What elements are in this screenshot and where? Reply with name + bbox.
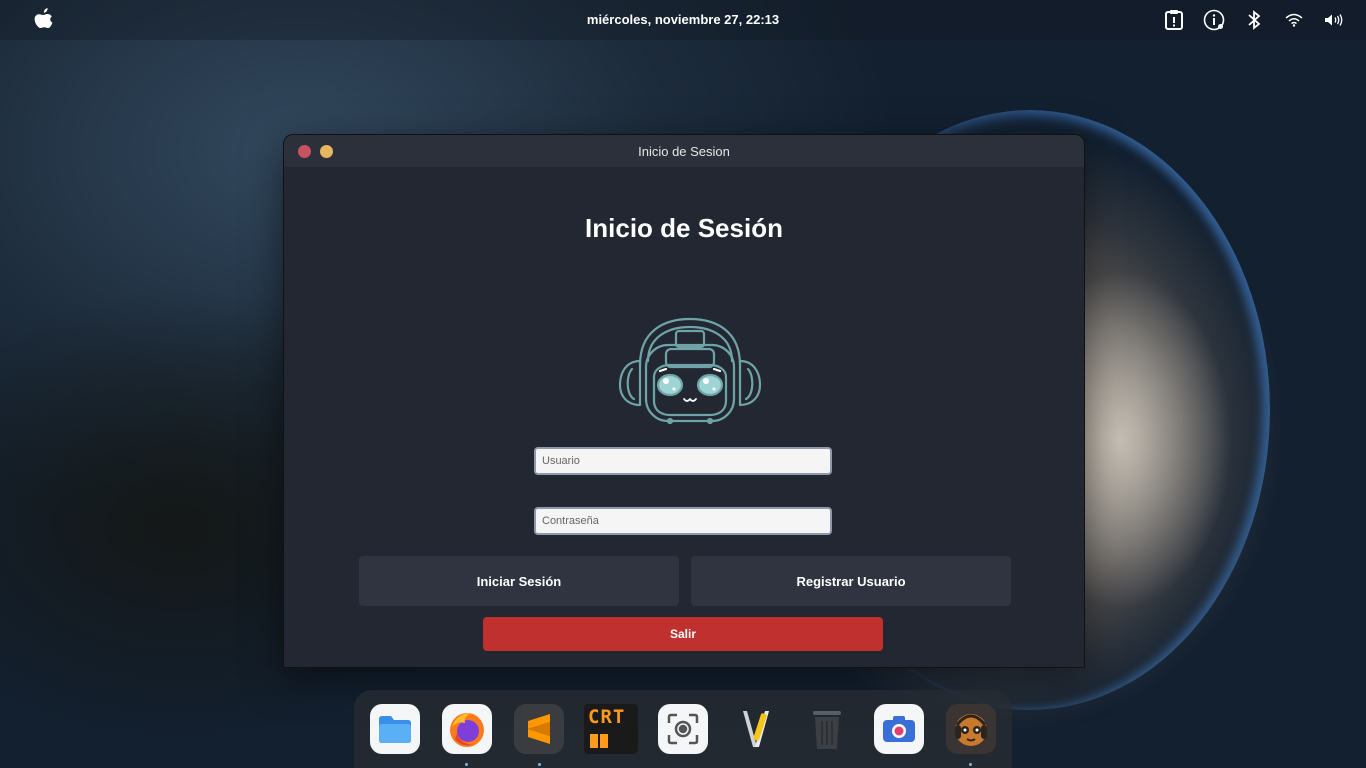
files-icon[interactable] [370, 704, 420, 754]
wifi-icon[interactable] [1282, 8, 1306, 32]
volume-icon[interactable] [1322, 8, 1346, 32]
system-tray [1162, 8, 1346, 32]
password-field[interactable] [534, 507, 832, 535]
username-field[interactable] [534, 447, 832, 475]
bluetooth-icon[interactable] [1242, 8, 1266, 32]
clipboard-icon[interactable] [1162, 8, 1186, 32]
running-indicator [465, 763, 468, 766]
running-indicator [538, 763, 541, 766]
exit-button[interactable]: Salir [483, 617, 883, 651]
window-titlebar[interactable]: Inicio de Sesion [284, 135, 1084, 167]
robot-app-icon[interactable] [946, 704, 996, 754]
dock: CRT [354, 690, 1012, 768]
login-window: Inicio de Sesion Inicio de Sesión Usuari… [283, 134, 1085, 668]
camera-icon[interactable] [874, 704, 924, 754]
login-button[interactable]: Iniciar Sesión [359, 556, 679, 606]
register-user-button[interactable]: Registrar Usuario [691, 556, 1011, 606]
trash-icon[interactable] [802, 704, 852, 754]
sublime-text-icon[interactable] [514, 704, 564, 754]
top-bar: miércoles, noviembre 27, 22:13 [0, 0, 1366, 40]
firefox-icon[interactable] [442, 704, 492, 754]
page-title: Inicio de Sesión [585, 213, 783, 243]
window-title: Inicio de Sesion [638, 144, 730, 159]
running-indicator [969, 763, 972, 766]
crt-label: CRT [588, 706, 626, 728]
info-icon[interactable] [1202, 8, 1226, 32]
crt-terminal-icon[interactable]: CRT [584, 704, 638, 754]
text-editor-icon[interactable] [730, 704, 780, 754]
robot-mascot-icon [618, 317, 762, 425]
screenshot-icon[interactable] [658, 704, 708, 754]
